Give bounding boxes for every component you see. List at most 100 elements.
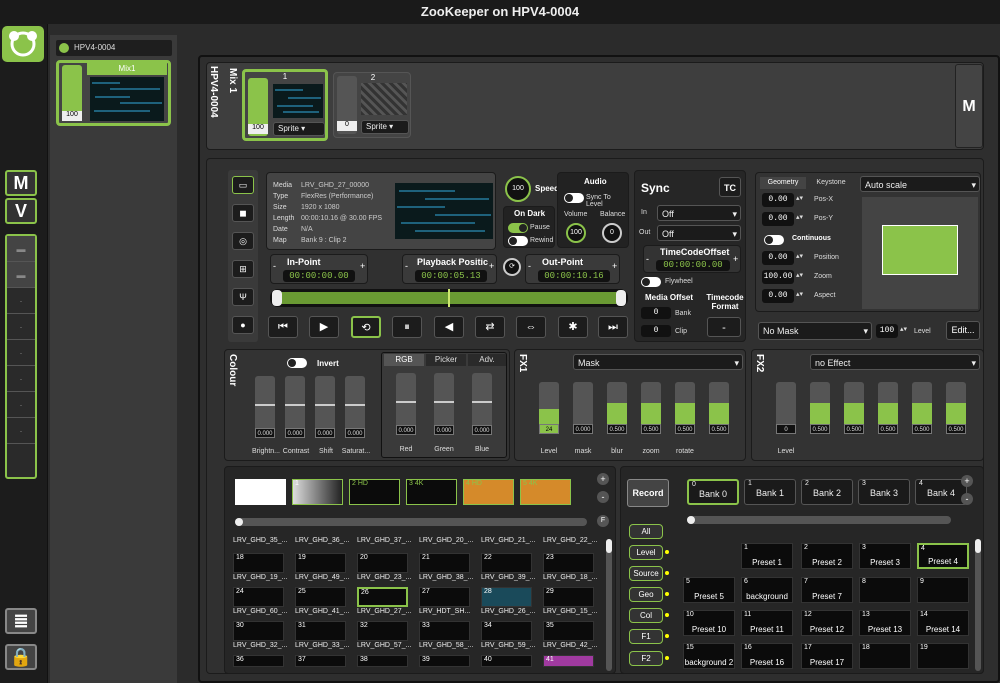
preset-tile[interactable]: 2 Preset 2 [801, 543, 853, 569]
clip-thumb[interactable]: 18 [233, 553, 284, 573]
preset-tile[interactable]: 7 Preset 7 [801, 577, 853, 603]
clip-thumb[interactable]: 34 [481, 621, 532, 641]
preset-tile[interactable]: 1 Preset 1 [741, 543, 793, 569]
mask-select[interactable]: No Mask ▾ [758, 322, 872, 340]
fx2-param-slider[interactable]: 0.500 [810, 382, 830, 434]
bank-button[interactable]: 3 Bank 3 [858, 479, 910, 505]
fx1-rotate-slider[interactable]: 0.500 [675, 382, 695, 434]
bank-button[interactable]: 0 Bank 0 [687, 479, 739, 505]
invert-toggle[interactable] [287, 358, 307, 368]
layer-slot[interactable]: · [7, 314, 35, 340]
in-point-minus[interactable]: - [273, 261, 276, 271]
record-f1-pill[interactable]: F1 [629, 629, 663, 644]
tab-adv[interactable]: Adv. [468, 354, 506, 366]
clip-thumb[interactable]: 26 [357, 587, 408, 607]
layer-type-select[interactable]: Sprite ▾ [361, 120, 409, 134]
pause-button[interactable]: ⏸ [392, 316, 422, 338]
media-bin[interactable]: 1 [292, 479, 343, 505]
tc-button[interactable]: TC [719, 177, 741, 197]
flywheel-toggle[interactable] [641, 277, 661, 287]
record-geo-pill[interactable]: Geo [629, 587, 663, 602]
continuous-toggle[interactable] [764, 235, 784, 245]
contrast-slider[interactable]: 0.000 [285, 376, 305, 438]
pos-x-stepper[interactable]: ▴▾ [796, 194, 803, 202]
clip-thumb[interactable]: 21 [419, 553, 470, 573]
timecode-format-button[interactable]: - [707, 317, 741, 337]
clip-thumb[interactable]: 28 [481, 587, 532, 607]
preset-tile[interactable]: 3 Preset 3 [859, 543, 911, 569]
pos-y-value[interactable]: 0.00 [762, 212, 794, 226]
fx1-zoom-slider[interactable]: 0.500 [641, 382, 661, 434]
offset-bank-value[interactable]: 0 [641, 307, 671, 319]
record-source-pill[interactable]: Source [629, 566, 663, 581]
red-slider[interactable]: 0.000 [396, 373, 416, 435]
mask-level-value[interactable]: 100 [876, 324, 898, 338]
position-stepper[interactable]: ▴▾ [796, 252, 803, 260]
preset-tile[interactable]: 14 Preset 14 [917, 610, 969, 636]
fx1-effect-select[interactable]: Mask ▾ [573, 354, 743, 370]
pause-toggle[interactable] [508, 223, 528, 233]
fx2-Level-slider[interactable]: 0 [776, 382, 796, 434]
camera-icon[interactable]: ◼ [232, 204, 254, 222]
master-button[interactable]: M [955, 64, 983, 148]
out-point-plus[interactable]: + [612, 261, 617, 271]
fx2-param-slider[interactable]: 0.500 [912, 382, 932, 434]
fx1-blur-slider[interactable]: 0.500 [607, 382, 627, 434]
clip-thumb[interactable]: 32 [357, 621, 408, 641]
fx1-Level-slider[interactable]: 24 [539, 382, 559, 434]
geometry-preview[interactable] [862, 197, 978, 309]
preset-tile[interactable]: 9 [917, 577, 969, 603]
sync-in-select[interactable]: Off ▾ [657, 205, 741, 221]
volume-knob[interactable]: 100 [566, 223, 586, 243]
skip-forward-button[interactable]: ⏭ [598, 316, 628, 338]
playhead[interactable] [448, 289, 450, 307]
grid-icon[interactable]: ⊞ [232, 260, 254, 278]
fx2-param-slider[interactable]: 0.500 [946, 382, 966, 434]
usb-icon[interactable]: Ψ [232, 288, 254, 306]
aspect-stepper[interactable]: ▴▾ [796, 290, 803, 298]
bank-scrollbar[interactable] [687, 516, 951, 524]
bank-button[interactable]: 4 Bank 4 [915, 479, 967, 505]
aspect-value[interactable]: 0.00 [762, 289, 794, 303]
clip-thumb[interactable]: 23 [543, 553, 594, 573]
preset-tile[interactable]: 17 Preset 17 [801, 643, 853, 669]
playback-timeline[interactable] [270, 289, 628, 307]
record-f2-pill[interactable]: F2 [629, 651, 663, 666]
clip-thumb[interactable]: 19 [295, 553, 346, 573]
clip-thumb[interactable]: 31 [295, 621, 346, 641]
playback-plus[interactable]: + [489, 261, 494, 271]
bank-remove-button[interactable]: - [961, 493, 973, 505]
output-rect[interactable] [882, 225, 958, 275]
bin-remove-button[interactable]: - [597, 491, 609, 503]
clip-thumb[interactable]: 37 [295, 655, 346, 667]
speed-knob[interactable]: 100 [505, 176, 531, 202]
preset-tile[interactable]: 8 [859, 577, 911, 603]
sync-circle-icon[interactable]: ⟳ [503, 258, 521, 276]
position-value[interactable]: 0.00 [762, 251, 794, 265]
tab-picker[interactable]: Picker [426, 354, 466, 366]
in-point-value[interactable]: 00:00:00.00 [283, 270, 355, 282]
tco-minus[interactable]: - [646, 254, 649, 264]
mask-level-stepper[interactable]: ▴▾ [900, 325, 907, 333]
clip-thumb[interactable]: 20 [357, 553, 408, 573]
in-point-plus[interactable]: + [360, 261, 365, 271]
preset-tile[interactable]: 19 [917, 643, 969, 669]
clip-thumb[interactable]: 33 [419, 621, 470, 641]
mix-card[interactable]: 100 Mix1 [56, 60, 171, 126]
bank-button[interactable]: 1 Bank 1 [744, 479, 796, 505]
layer-card-1[interactable]: 1 100 Sprite ▾ [242, 69, 328, 141]
zoom-value[interactable]: 100.00 [762, 270, 794, 284]
rewind-toggle[interactable] [508, 236, 528, 246]
blue-slider[interactable]: 0.000 [472, 373, 492, 435]
skip-back-button[interactable]: ⏮ [268, 316, 298, 338]
bounce-button[interactable]: ⇄ [475, 316, 505, 338]
pos-x-value[interactable]: 0.00 [762, 193, 794, 207]
zoom-stepper[interactable]: ▴▾ [796, 271, 803, 279]
sync-to-level-toggle[interactable] [564, 193, 584, 203]
clipboard-icon[interactable]: ≣ [5, 608, 37, 634]
preset-tile[interactable]: 11 Preset 11 [741, 610, 793, 636]
tab-rgb[interactable]: RGB [384, 354, 424, 366]
record-level-pill[interactable]: Level [629, 545, 663, 560]
master-view-button[interactable]: M [5, 170, 37, 196]
saturation-slider[interactable]: 0.000 [345, 376, 365, 438]
